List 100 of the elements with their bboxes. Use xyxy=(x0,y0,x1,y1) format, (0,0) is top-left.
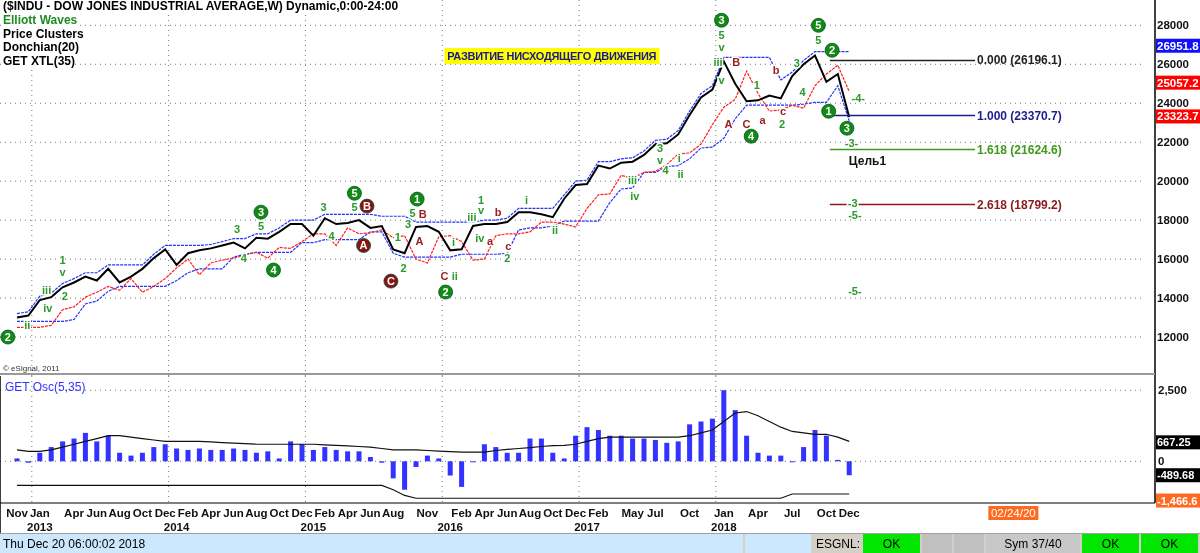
wave-label: v xyxy=(59,266,66,279)
year-label: 2017 xyxy=(574,521,600,533)
year-label: 2013 xyxy=(27,521,53,533)
wave-marker: 4 xyxy=(743,128,759,144)
oscillator-bar xyxy=(459,461,465,487)
wave-marker: 2 xyxy=(0,329,16,345)
month-label: Jun xyxy=(496,507,518,519)
month-label: Apr xyxy=(474,507,495,519)
wave-marker: 1 xyxy=(821,103,837,119)
month-label: Nov xyxy=(416,507,439,519)
year-label: 2014 xyxy=(163,521,190,533)
wave-label: iii xyxy=(713,56,723,69)
status-text: Sym 37/40 xyxy=(986,534,1080,553)
status-cell xyxy=(922,534,952,553)
wave-label: 2 xyxy=(400,262,407,275)
status-cell xyxy=(745,534,811,553)
oscillator-bar xyxy=(413,461,419,467)
oscillator-bar xyxy=(481,444,487,462)
oscillator-bar xyxy=(208,449,214,462)
fib-label: 1.618 (21624.6) xyxy=(977,142,1062,157)
month-label: Oct xyxy=(269,507,289,519)
oscillator-bar xyxy=(675,441,681,462)
oscillator-bar xyxy=(367,457,373,462)
oscillator-bar xyxy=(846,461,852,476)
oscillator-bar xyxy=(14,458,20,462)
oscillator-bar xyxy=(538,438,544,462)
wave-marker: 5 xyxy=(811,17,826,33)
oscillator-bar xyxy=(128,455,134,462)
fib-label: 1.000 (23370.7) xyxy=(977,108,1062,123)
oscillator-bar xyxy=(82,432,88,462)
month-label: Feb xyxy=(451,507,472,519)
oscillator-bar xyxy=(595,430,601,462)
wave-marker: 1 xyxy=(409,191,425,207)
oscillator-bar xyxy=(504,452,510,462)
oscillator-bar xyxy=(436,458,442,462)
wave-label: iv xyxy=(630,190,640,203)
wave-label: 5 xyxy=(409,207,416,220)
month-label: Jan xyxy=(29,507,50,519)
oscillator-bar xyxy=(424,455,430,462)
month-label: Apr xyxy=(337,507,358,519)
wave-label: -3- xyxy=(844,137,859,150)
value-badge: 667.25 xyxy=(1156,435,1200,450)
oscillator-bar xyxy=(105,435,111,462)
month-label: Dec xyxy=(565,507,587,519)
oscillator-bar xyxy=(778,455,784,462)
wave-label: 1 xyxy=(59,254,66,267)
wave-marker: B xyxy=(359,198,375,214)
wave-label: i xyxy=(452,236,456,249)
oscillator-bar xyxy=(333,449,339,462)
oscillator-bar xyxy=(265,451,271,462)
year-label: 2016 xyxy=(437,521,463,533)
oscillator-bar xyxy=(402,461,408,490)
month-label: Dec xyxy=(838,507,860,519)
oscillator-bar xyxy=(117,452,123,462)
oscillator-bar xyxy=(812,430,818,462)
oscillator-bar xyxy=(641,438,647,462)
wave-label: -5- xyxy=(848,209,862,222)
oscillator-bar xyxy=(755,452,761,462)
oscillator-bar xyxy=(345,451,351,462)
month-label: Apr xyxy=(64,507,84,519)
wave-label: 2 xyxy=(61,290,68,303)
oscillator-bar xyxy=(687,424,693,462)
wave-marker: 5 xyxy=(347,185,362,201)
oscillator-bar xyxy=(744,435,750,462)
legend-item: GET XTL(35) xyxy=(3,55,75,69)
axis-label: 12000 xyxy=(1157,331,1189,344)
wave-label: -4- xyxy=(851,92,866,105)
oscillator-bar xyxy=(231,448,237,462)
month-label: Jun xyxy=(223,507,244,519)
oscillator-bar xyxy=(766,455,772,462)
oscillator-bar xyxy=(162,444,168,462)
oscillator-bar xyxy=(253,452,259,462)
wave-label: c xyxy=(780,105,787,118)
axis-label: 24000 xyxy=(1157,97,1189,110)
oscillator-bar xyxy=(721,390,727,462)
wave-label: 5 xyxy=(718,29,725,42)
month-label: Feb xyxy=(314,507,336,519)
oscillator-bar xyxy=(310,449,316,462)
wave-label: a xyxy=(759,114,766,127)
oscillator-bar xyxy=(288,441,294,462)
wave-label: v xyxy=(656,154,663,167)
wave-label: A xyxy=(724,118,733,131)
status-cell xyxy=(954,534,984,553)
month-label: Oct xyxy=(680,507,700,519)
oscillator-bar xyxy=(823,435,829,462)
wave-label: 1 xyxy=(477,194,485,207)
axis-label: 0 xyxy=(1158,455,1165,468)
wave-label: 3 xyxy=(656,142,663,155)
wave-label: 1 xyxy=(753,79,760,92)
status-indicator: OK xyxy=(1141,534,1198,553)
oscillator-bar xyxy=(698,421,704,462)
wave-label: C xyxy=(742,118,751,131)
oscillator-bar xyxy=(356,451,362,462)
oscillator-bar xyxy=(527,438,533,462)
month-label: Oct xyxy=(816,507,836,519)
wave-label: iv xyxy=(475,232,485,245)
oscillator-bar xyxy=(630,438,636,462)
wave-label: ii xyxy=(677,168,684,181)
month-label: Jul xyxy=(647,507,664,519)
wave-label: i xyxy=(525,194,529,207)
